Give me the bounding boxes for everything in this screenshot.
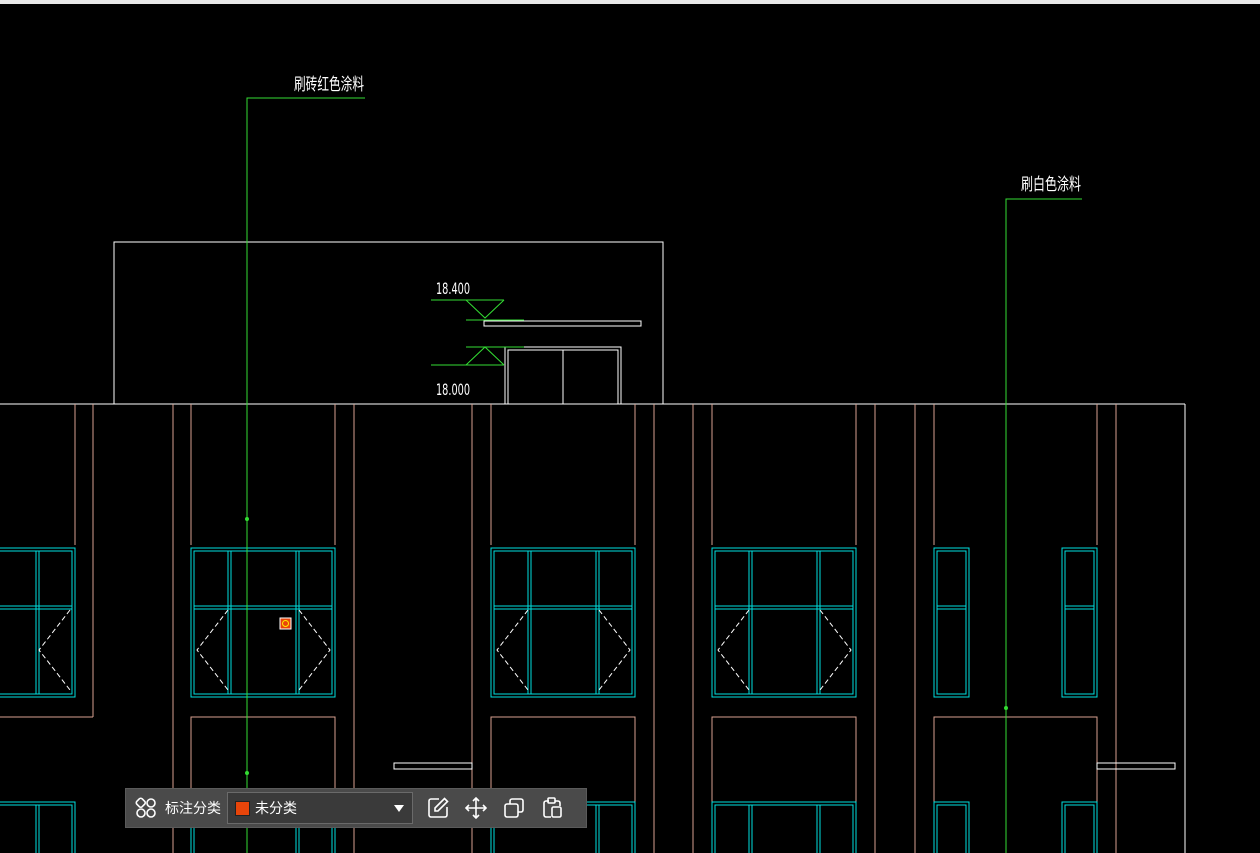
category-selected-value: 未分类 xyxy=(255,801,297,817)
elevation-marker-upper xyxy=(431,299,524,321)
category-grid-icon[interactable] xyxy=(131,793,161,823)
copy-annotation-button[interactable] xyxy=(499,793,529,823)
leader-line-white-coating xyxy=(1004,198,1082,853)
window-row-1 xyxy=(0,547,1098,698)
move-icon xyxy=(464,796,488,820)
category-label: 标注分类 xyxy=(165,801,221,817)
rail-slab-left xyxy=(393,762,473,770)
annotation-red-coating: 刷砖红色涂料 xyxy=(294,75,364,95)
annotation-marker-icon[interactable] xyxy=(279,617,292,630)
chevron-down-icon xyxy=(394,805,404,812)
pilaster-lines xyxy=(0,404,1117,853)
category-color-swatch xyxy=(235,800,250,816)
roof-parapet-outline xyxy=(113,241,664,405)
rail-slab-right xyxy=(1096,762,1176,770)
elevation-label-lower: 18.000 xyxy=(436,380,470,399)
category-dropdown[interactable]: 未分类 xyxy=(227,792,413,824)
paste-icon xyxy=(543,797,562,818)
canopy-slab xyxy=(483,320,642,327)
cad-drawing-canvas[interactable]: 18.400 18.000 刷砖红色涂料 刷白色涂料 xyxy=(0,4,1260,853)
elevation-label-upper: 18.400 xyxy=(436,279,470,298)
leader-line-red-coating xyxy=(245,97,365,853)
window-opening-indicators xyxy=(38,609,852,691)
annotation-white-coating: 刷白色涂料 xyxy=(1021,175,1081,195)
paste-annotation-button[interactable] xyxy=(537,793,567,823)
move-annotation-button[interactable] xyxy=(461,793,491,823)
annotation-toolbar: 标注分类 未分类 xyxy=(125,788,587,828)
edit-icon xyxy=(428,797,449,818)
edit-annotation-button[interactable] xyxy=(423,793,453,823)
copy-icon xyxy=(504,798,524,818)
